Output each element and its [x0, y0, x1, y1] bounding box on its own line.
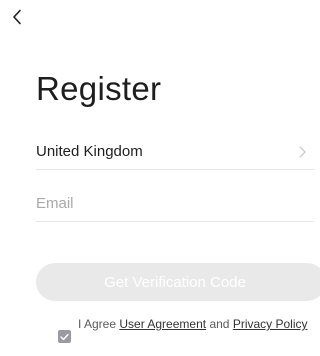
agree-conjunction: and	[209, 317, 230, 331]
chevron-left-icon	[13, 9, 21, 25]
agree-checkbox[interactable]	[58, 330, 71, 343]
email-field[interactable]	[36, 186, 314, 221]
get-verification-code-button[interactable]: Get Verification Code	[36, 263, 320, 301]
agreement-text: I Agree User Agreement and Privacy Polic…	[78, 318, 308, 331]
page-title: Register	[36, 70, 162, 107]
country-value: United Kingdom	[36, 143, 143, 160]
checkmark-icon	[60, 333, 69, 340]
privacy-policy-link[interactable]: Privacy Policy	[233, 317, 308, 331]
agreement-row: I Agree User Agreement and Privacy Polic…	[58, 318, 308, 343]
verify-button-label: Get Verification Code	[104, 273, 246, 291]
user-agreement-link[interactable]: User Agreement	[119, 317, 206, 331]
email-row	[36, 186, 314, 222]
country-selector[interactable]: United Kingdom	[36, 134, 314, 170]
back-button[interactable]	[4, 4, 30, 30]
chevron-right-icon	[296, 145, 308, 159]
agree-prefix: I Agree	[78, 317, 117, 331]
